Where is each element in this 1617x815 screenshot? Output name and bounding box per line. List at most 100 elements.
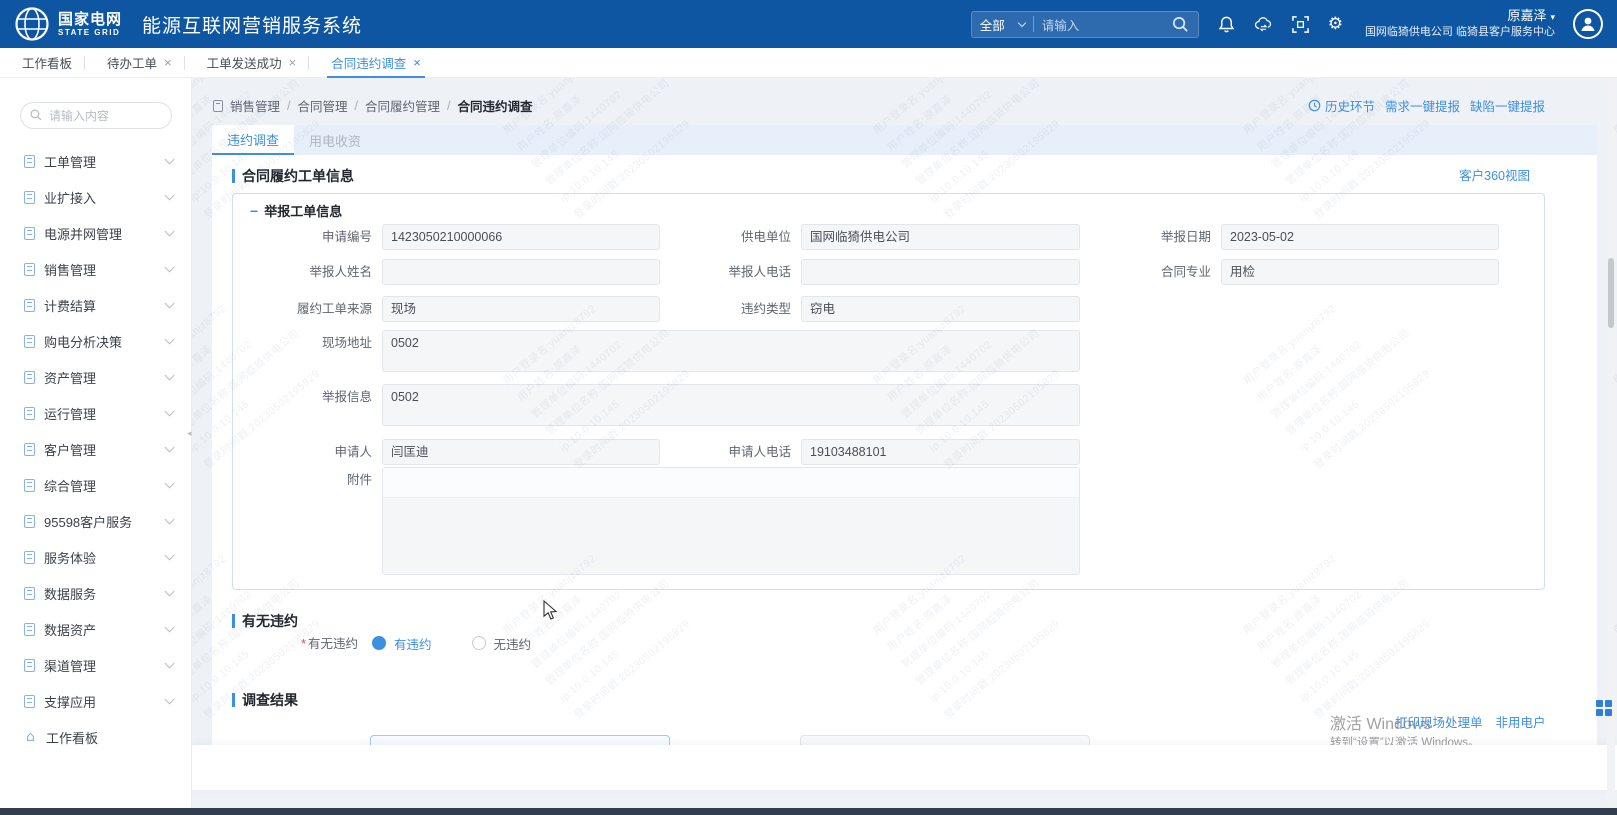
chevron-down-icon (165, 407, 175, 417)
order-source-input[interactable]: 现场 (382, 296, 660, 322)
sidebar-item-purchase-analysis[interactable]: 购电分析决策 (0, 323, 191, 359)
breach-type-input[interactable]: 窃电 (801, 296, 1080, 322)
sidebar-item-support-apps[interactable]: 支撑应用 (0, 683, 191, 719)
sidebar-item-grid-connection[interactable]: 电源并网管理 (0, 215, 191, 251)
field-contract-major: 合同专业 用检 (1071, 259, 1499, 285)
sidebar-item-label: 运行管理 (44, 404, 96, 423)
sidebar-item-billing-settlement[interactable]: 计费结算 (0, 287, 191, 323)
scrollbar-track[interactable] (1607, 78, 1615, 808)
radio-label-yes[interactable]: 有违约 (394, 634, 432, 653)
field-label: 举报人姓名 (232, 259, 382, 285)
supply-org-input[interactable]: 国网临猗供电公司 (801, 224, 1080, 250)
chevron-down-icon (165, 515, 175, 525)
close-icon[interactable]: × (164, 56, 172, 69)
applicant-phone-input[interactable]: 19103488101 (801, 439, 1080, 465)
field-supply-org: 供电单位 国网临猗供电公司 (651, 224, 1080, 250)
sidebar-item-asset-management[interactable]: 资产管理 (0, 359, 191, 395)
sidebar-item-service-experience[interactable]: 服务体验 (0, 539, 191, 575)
field-label: 附件 (232, 467, 382, 493)
attachment-area (383, 497, 1079, 574)
history-link[interactable]: 历史环节 (1308, 96, 1375, 115)
brand-block: 国家电网 STATE GRID (58, 12, 122, 37)
attachment-dropzone[interactable] (382, 467, 1080, 575)
sidebar-item-operation-management[interactable]: 运行管理 (0, 395, 191, 431)
customer-360-link[interactable]: 客户360视图 (1459, 165, 1530, 184)
sidebar-item-expansion-access[interactable]: 业扩接入 (0, 179, 191, 215)
close-icon[interactable]: × (289, 56, 297, 69)
home-icon: ⌂ (24, 730, 37, 744)
field-breach-type: 违约类型 窃电 (651, 296, 1080, 322)
top-header: 国家电网 STATE GRID 能源互联网营销服务系统 全部 请输入 ⚙ 原嘉泽… (0, 0, 1617, 48)
sidebar-item-work-orders[interactable]: 工单管理 (0, 143, 191, 179)
print-site-order-link[interactable]: 打印现场处理单 (1395, 712, 1483, 731)
tab-label: 工作看板 (22, 53, 72, 72)
sidebar-item-comprehensive-management[interactable]: 综合管理 (0, 467, 191, 503)
field-reporter-name: 举报人姓名 (232, 259, 660, 285)
apply-no-input[interactable]: 1423050210000066 (382, 224, 660, 250)
document-icon (24, 551, 35, 564)
non-power-user-link[interactable]: 非用电户 (1496, 712, 1546, 731)
chevron-down-icon (1017, 18, 1025, 26)
demand-report-link[interactable]: 需求一键提报 (1385, 96, 1460, 115)
tab-order-sent[interactable]: 工单发送成功× (195, 48, 309, 78)
sidebar-item-sales-management[interactable]: 销售管理 (0, 251, 191, 287)
radio-group-label: 有无违约 (308, 637, 358, 651)
sidebar-item-label: 服务体验 (44, 548, 96, 567)
search-scope-select[interactable]: 全部 (980, 15, 1025, 34)
panel-header[interactable]: − 举报工单信息 (250, 201, 342, 220)
sidebar-item-channel-management[interactable]: 渠道管理 (0, 647, 191, 683)
defect-report-link[interactable]: 缺陷一键提报 (1470, 96, 1545, 115)
chevron-down-icon (165, 155, 175, 165)
avatar[interactable] (1573, 9, 1603, 39)
document-icon (24, 335, 35, 348)
fullscreen-scan-icon[interactable] (1291, 15, 1310, 34)
sidebar-item-data-assets[interactable]: 数据资产 (0, 611, 191, 647)
chevron-down-icon (165, 371, 175, 381)
tab-divider (184, 56, 185, 70)
user-block: 原嘉泽▾ 国网临猗供电公司 临猗县客户服务中心 (1365, 8, 1555, 40)
document-icon (24, 299, 35, 312)
radio-breach-yes[interactable] (372, 636, 386, 650)
field-applicant: 申请人 闫匡迪 (232, 439, 660, 465)
site-address-textarea[interactable]: 0502 (382, 330, 1080, 372)
sidebar-collapse-arrow[interactable]: ◂ (187, 420, 197, 446)
sidebar-item-data-service[interactable]: 数据服务 (0, 575, 191, 611)
document-icon (24, 623, 35, 636)
radio-label-no[interactable]: 无违约 (494, 634, 532, 653)
field-label: 申请编号 (232, 224, 382, 250)
breadcrumb-item[interactable]: 合同履约管理 (365, 96, 440, 115)
breadcrumb-item[interactable]: 合同管理 (298, 96, 348, 115)
tab-todo-orders[interactable]: 待办工单× (95, 48, 184, 78)
sidebar-item-label: 95598客户服务 (44, 512, 132, 531)
divider (1033, 16, 1034, 32)
contract-major-input[interactable]: 用检 (1221, 259, 1499, 285)
close-icon[interactable]: × (413, 56, 421, 69)
cloud-sync-icon[interactable] (1254, 15, 1273, 34)
sidebar-item-workboard[interactable]: ⌂ 工作看板 (0, 719, 191, 755)
settings-gear-icon[interactable]: ⚙ (1328, 16, 1343, 33)
scrollbar-thumb[interactable] (1608, 258, 1614, 328)
grid-widget-icon[interactable] (1596, 700, 1613, 717)
sidebar-item-95598-service[interactable]: 95598客户服务 (0, 503, 191, 539)
radio-breach-no[interactable] (472, 636, 486, 650)
breadcrumb-item[interactable]: 销售管理 (230, 96, 280, 115)
applicant-input[interactable]: 闫匡迪 (382, 439, 660, 465)
search-icon[interactable] (1171, 15, 1190, 34)
tab-breach-survey[interactable]: 违约调查 (212, 125, 294, 155)
report-info-textarea[interactable]: 0502 (382, 384, 1080, 426)
tab-contract-breach-survey[interactable]: 合同违约调查× (319, 48, 433, 78)
reporter-phone-input[interactable] (801, 259, 1080, 285)
tab-divider (308, 56, 309, 70)
field-label: 举报日期 (1071, 224, 1221, 250)
tab-power-data-collection[interactable]: 用电收资 (294, 125, 376, 155)
report-date-input[interactable]: 2023-05-02 (1221, 224, 1499, 250)
sidebar: 工单管理 业扩接入 电源并网管理 销售管理 计费结算 购电分析决策 资产管理 运… (0, 78, 192, 815)
user-name: 原嘉泽 (1507, 8, 1546, 23)
reporter-name-input[interactable] (382, 259, 660, 285)
tab-workboard[interactable]: 工作看板 (10, 48, 84, 78)
sidebar-item-customer-management[interactable]: 客户管理 (0, 431, 191, 467)
notifications-bell-icon[interactable] (1217, 15, 1236, 34)
user-menu[interactable]: 原嘉泽▾ (1365, 8, 1555, 24)
sidebar-item-label: 工作看板 (46, 728, 98, 747)
global-search-input[interactable]: 请输入 (1042, 15, 1171, 34)
